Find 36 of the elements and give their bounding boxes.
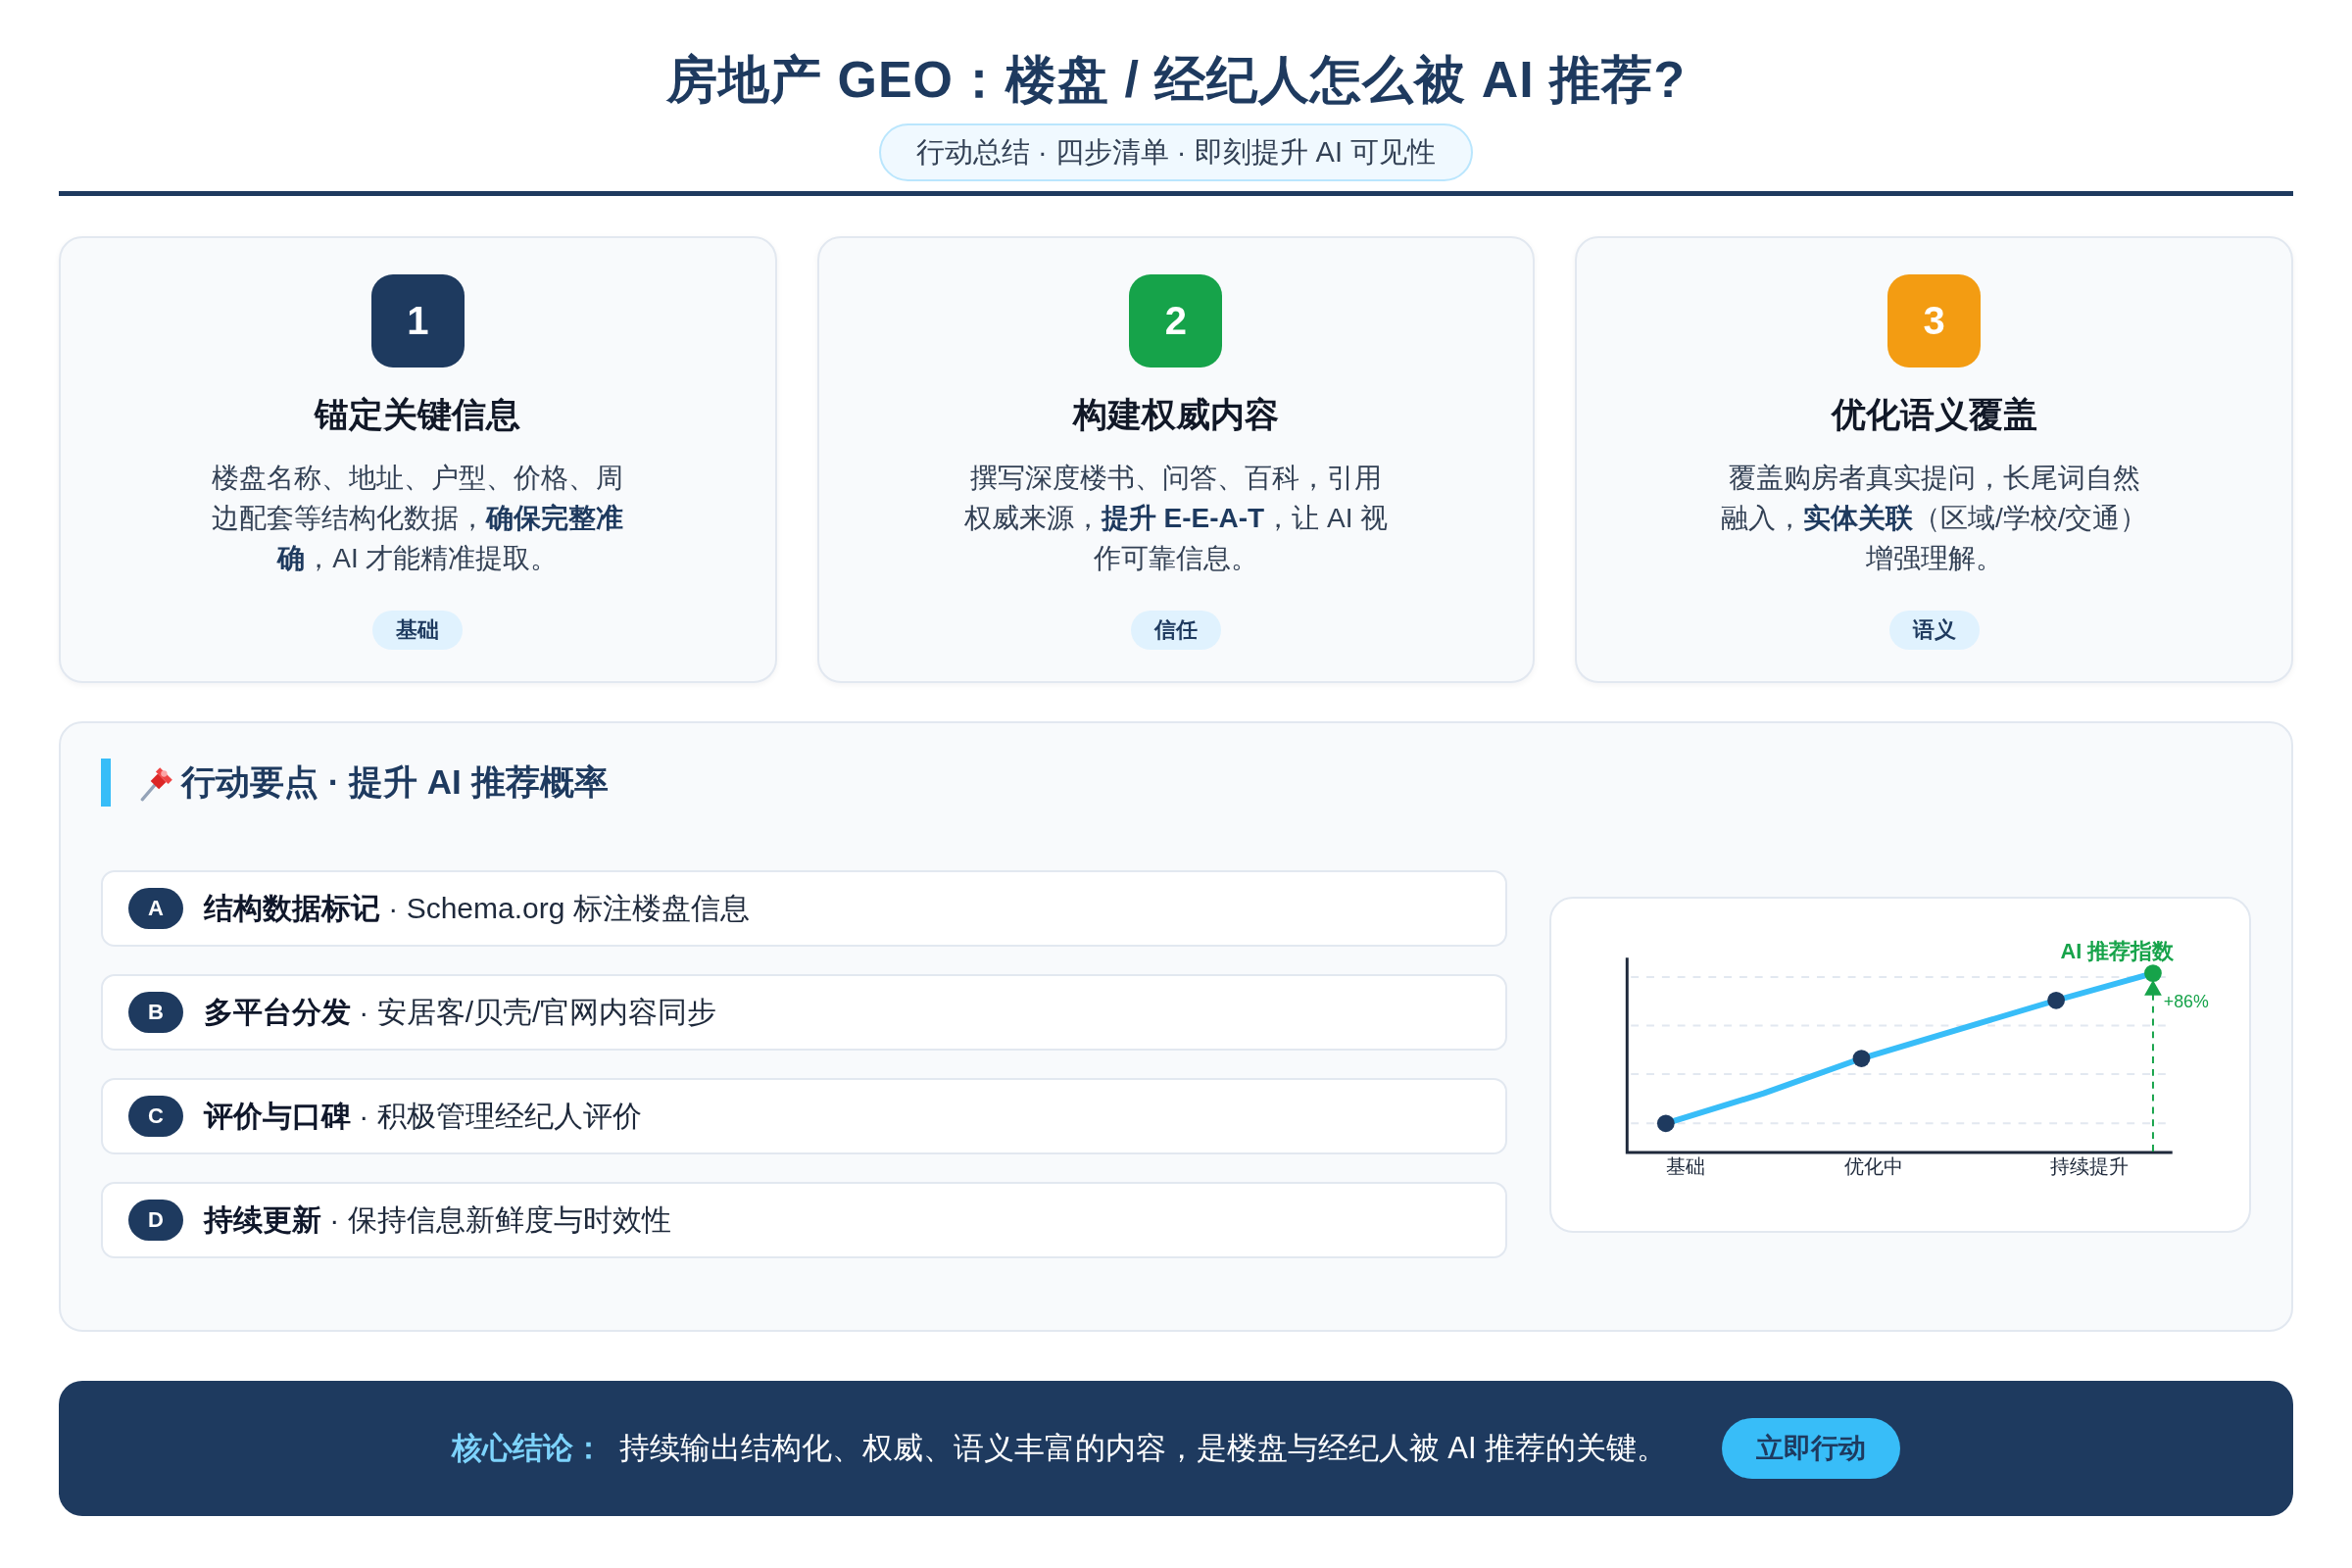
- axis-label: 优化中: [1844, 1154, 1904, 1177]
- card-title: 锚定关键信息: [315, 394, 521, 435]
- panel-title: 行动要点 · 提升 AI 推荐概率: [181, 761, 609, 803]
- chart-point: [1852, 1049, 1871, 1067]
- step-number-badge: 2: [1129, 274, 1223, 368]
- letter-badge: C: [128, 1096, 183, 1137]
- accent-bar: [101, 759, 111, 807]
- step-number-badge: 3: [1887, 274, 1982, 368]
- series-label: AI 推荐指数: [2060, 938, 2175, 963]
- letter-badge: B: [128, 992, 183, 1033]
- chart-point: [2047, 991, 2065, 1009]
- chart-point: [1656, 1113, 1675, 1132]
- page-title: 房地产 GEO：楼盘 / 经纪人怎么被 AI 推荐?: [666, 50, 1686, 110]
- card-description: 覆盖购房者真实提问，长尾词自然融入，实体关联（区域/学校/交通）增强理解。: [1719, 462, 2149, 575]
- change-label: +86%: [2163, 991, 2209, 1011]
- action-button[interactable]: 立即行动: [1722, 1418, 1901, 1479]
- card-tag: 语义: [1888, 611, 1980, 650]
- chart-point: [2144, 963, 2162, 982]
- card-description: 撰写深度楼书、问答、百科，引用权威来源，提升 E-E-A-T，让 AI 视作可靠信息。: [962, 462, 1390, 575]
- action-text: 结构数据标记 · Schema.org 标注楼盘信息: [204, 890, 750, 926]
- axis-label: 持续提升: [2049, 1154, 2129, 1177]
- card-tag: 基础: [372, 611, 464, 650]
- action-text: 评价与口碑 · 积极管理经纪人评价: [204, 1098, 642, 1134]
- conclusion-text: 持续输出结构化、权威、语义丰富的内容，是楼盘与经纪人被 AI 推荐的关键。: [618, 1430, 1668, 1467]
- step-number-badge: 1: [370, 274, 465, 368]
- subtitle-pill: 行动总结 · 四步清单 · 即刻提升 AI 可见性: [878, 123, 1474, 181]
- letter-badge: D: [128, 1200, 183, 1241]
- conclusion-label: 核心结论：: [451, 1430, 604, 1467]
- card-title: 构建权威内容: [1073, 394, 1279, 435]
- card-description: 楼盘名称、地址、户型、价格、周边配套等结构化数据，确保完整准确，AI 才能精准提取。: [211, 462, 625, 575]
- letter-badge: A: [128, 888, 183, 929]
- action-text: 多平台分发 · 安居客/贝壳/官网内容同步: [204, 994, 717, 1030]
- action-text: 持续更新 · 保持信息新鲜度与时效性: [204, 1201, 671, 1238]
- card-title: 优化语义覆盖: [1831, 394, 2037, 435]
- card-tag: 信任: [1131, 611, 1221, 650]
- axis-label: 基础: [1665, 1154, 1705, 1177]
